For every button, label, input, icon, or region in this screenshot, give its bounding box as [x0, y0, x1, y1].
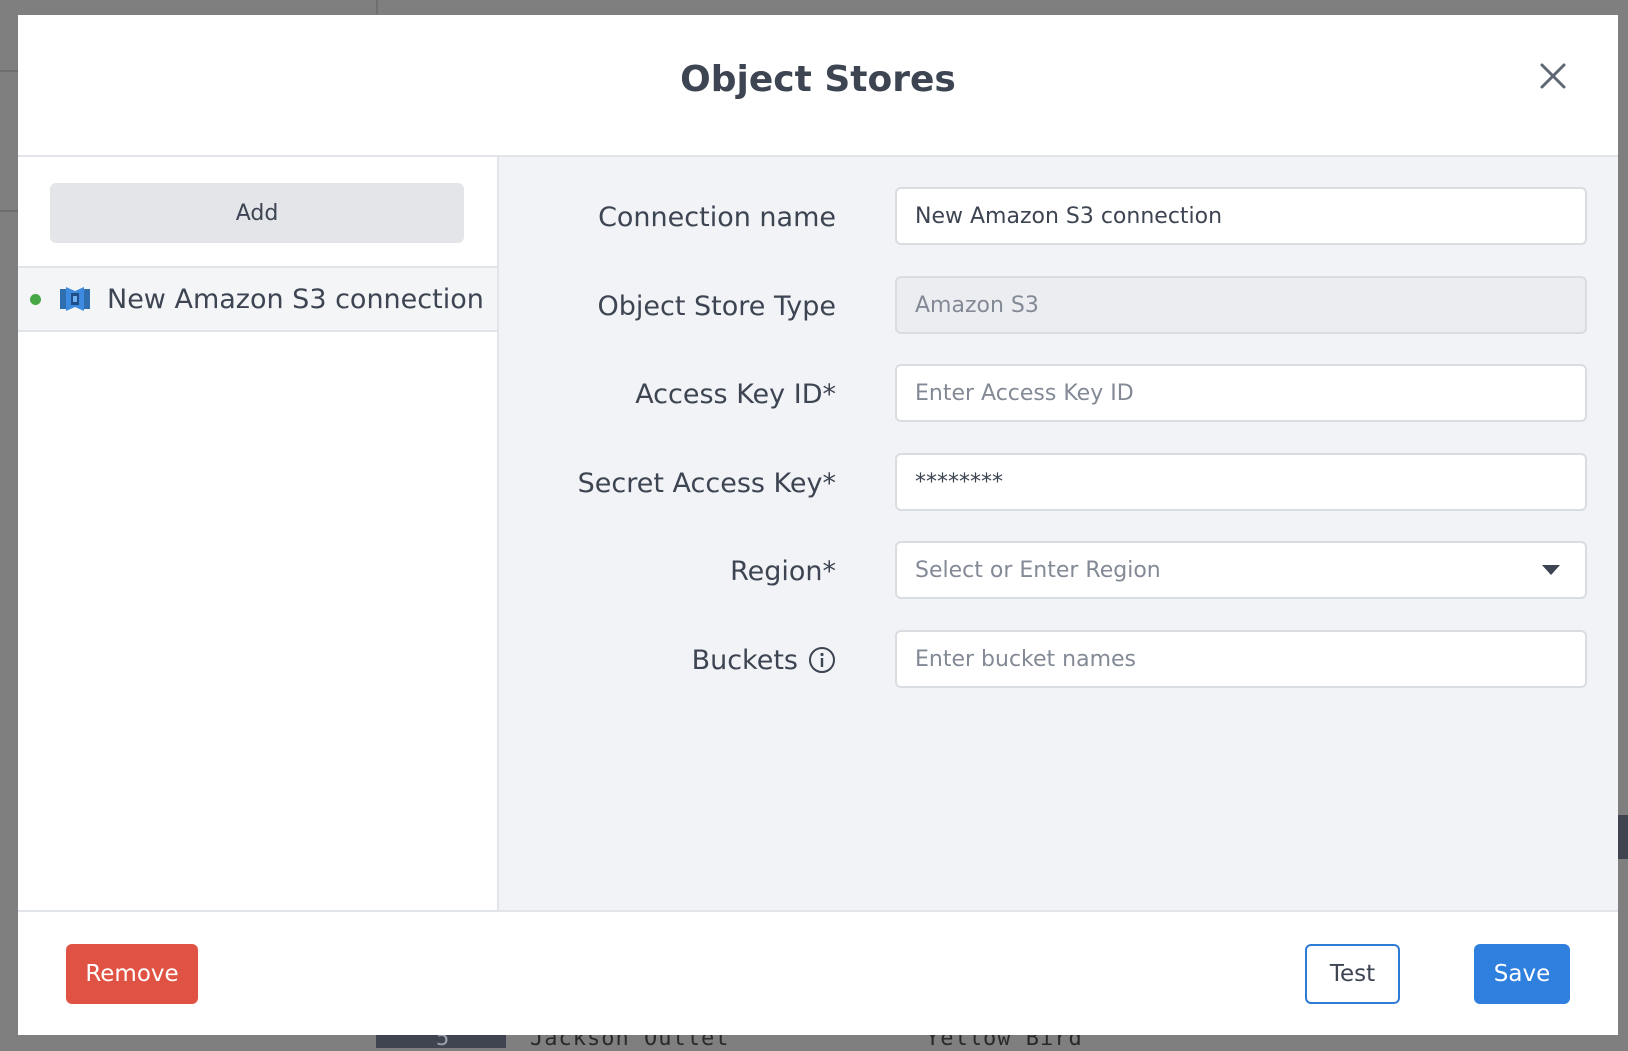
background-divider — [376, 0, 378, 14]
test-button[interactable]: Test — [1305, 944, 1400, 1004]
info-icon[interactable] — [808, 646, 836, 674]
modal-header: Object Stores — [18, 15, 1618, 157]
secret-access-key-input[interactable] — [895, 453, 1587, 511]
secret-access-key-label: Secret Access Key* — [577, 467, 836, 499]
connection-name-input[interactable] — [895, 187, 1587, 245]
background-divider — [0, 70, 18, 72]
close-icon[interactable] — [1536, 59, 1570, 93]
region-select[interactable] — [895, 541, 1587, 599]
background-divider — [0, 210, 18, 212]
buckets-label-group: Buckets — [692, 630, 836, 690]
chevron-down-icon[interactable] — [1541, 563, 1561, 577]
connection-label: New Amazon S3 connection — [107, 283, 484, 315]
access-key-id-row: Access Key ID* — [499, 364, 1618, 424]
connection-name-row: Connection name — [499, 187, 1618, 247]
connection-list-item[interactable]: New Amazon S3 connection — [18, 266, 497, 332]
object-store-type-row: Object Store Type — [499, 276, 1618, 336]
buckets-label: Buckets — [691, 644, 798, 676]
region-row: Region* — [499, 541, 1618, 601]
connections-sidebar: Add New Amazon S3 connection — [18, 157, 499, 910]
object-stores-modal: Object Stores Add New Amazon S3 connecti… — [18, 15, 1618, 1035]
amazon-s3-icon — [60, 287, 90, 311]
background-scroll-marker — [1618, 815, 1628, 859]
access-key-id-label: Access Key ID* — [635, 378, 836, 410]
object-store-type-field — [895, 276, 1587, 334]
add-button[interactable]: Add — [50, 183, 464, 243]
access-key-id-input[interactable] — [895, 364, 1587, 422]
region-label: Region* — [730, 555, 836, 587]
modal-footer: Remove Test Save — [18, 910, 1618, 1035]
save-button[interactable]: Save — [1474, 944, 1570, 1004]
buckets-row: Buckets — [499, 630, 1618, 690]
buckets-input[interactable] — [895, 630, 1587, 688]
remove-button[interactable]: Remove — [66, 944, 198, 1004]
status-indicator — [30, 293, 41, 305]
connection-name-label: Connection name — [598, 201, 836, 233]
region-input[interactable] — [895, 541, 1587, 599]
connection-form: Connection name Object Store Type Access… — [499, 157, 1618, 910]
modal-title: Object Stores — [680, 59, 956, 100]
secret-access-key-row: Secret Access Key* — [499, 453, 1618, 513]
object-store-type-label: Object Store Type — [597, 290, 836, 322]
